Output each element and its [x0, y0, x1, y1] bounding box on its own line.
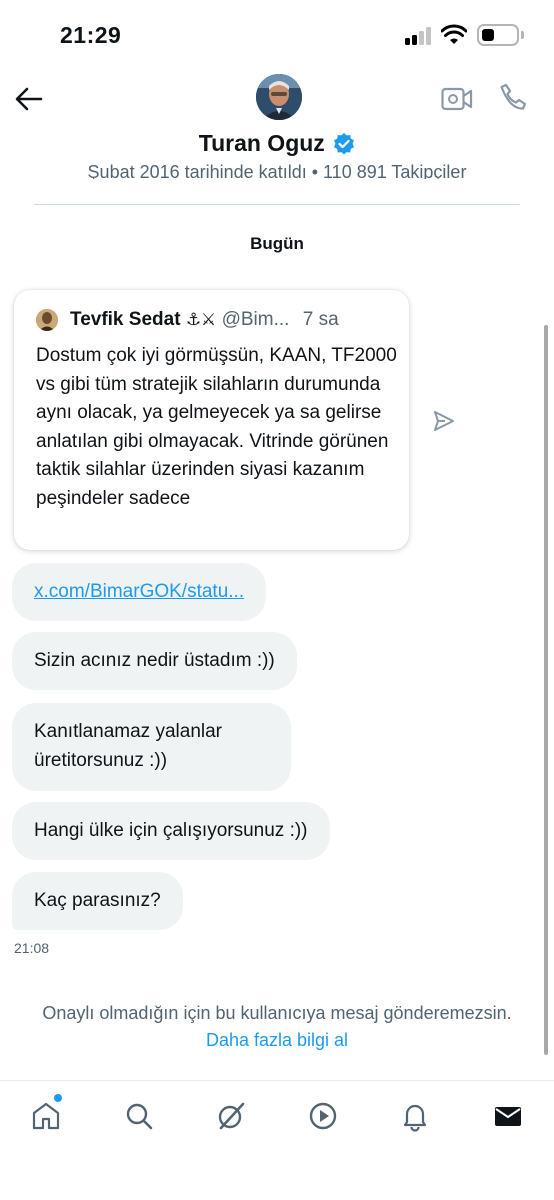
back-arrow-icon[interactable]	[14, 84, 44, 114]
grok-icon[interactable]	[215, 1100, 247, 1132]
learn-more-link[interactable]: Daha fazla bilgi al	[206, 1030, 348, 1050]
search-icon[interactable]	[123, 1100, 155, 1132]
scrollbar[interactable]	[544, 325, 548, 1055]
profile-meta: Şubat 2016 tarihinde katıldı • 110 891 T…	[0, 161, 554, 179]
date-label: Bugün	[250, 234, 304, 253]
quoted-tweet-handle: @Bim...	[221, 309, 290, 330]
message-bubble[interactable]: Kanıtlanamaz yalanlar üretitorsunuz :))	[12, 703, 291, 791]
contact-avatar[interactable]	[256, 74, 302, 120]
message-link-bubble[interactable]: x.com/BimarGOK/statu...	[12, 563, 267, 621]
share-quote-icon[interactable]	[432, 409, 456, 433]
phone-icon[interactable]	[498, 82, 528, 112]
home-icon[interactable]	[30, 1100, 62, 1132]
profile-meta-text: Şubat 2016 tarihinde katıldı • 110 891 T…	[87, 162, 467, 179]
quoted-tweet-card[interactable]: Tevfik Sedat ⚓⚔ @Bim... 7 sa Dostum çok …	[14, 290, 409, 550]
message-timestamp: 21:08	[14, 940, 50, 956]
notice-text: Onaylı olmadığın için bu kullanıcıya mes…	[42, 1003, 512, 1023]
quoted-tweet-age: 7 sa	[302, 309, 339, 330]
contact-name-row[interactable]: Turan Oguz	[0, 130, 554, 157]
status-bar: 21:29	[0, 0, 554, 70]
message-text: Kanıtlanamaz yalanlar üretitorsunuz :))	[34, 721, 222, 771]
quoted-tweet-emoji: ⚓⚔	[185, 310, 217, 330]
verified-badge-icon	[334, 132, 355, 154]
messages-icon[interactable]	[492, 1100, 524, 1132]
wifi-icon	[441, 24, 467, 44]
contact-name: Turan Oguz	[198, 130, 325, 156]
cellular-signal-icon	[405, 27, 433, 45]
quoted-tweet-text: Dostum çok iyi görmüşsün, KAAN, TF2000 v…	[36, 345, 397, 509]
quoted-tweet-author: Tevfik Sedat	[70, 309, 181, 330]
message-bubble[interactable]: Kaç parasınız?	[12, 872, 183, 930]
bottom-nav-divider	[0, 1080, 554, 1081]
video-icon[interactable]	[307, 1100, 339, 1132]
quoted-tweet-header: Tevfik Sedat ⚓⚔ @Bim... 7 sa	[70, 309, 339, 331]
video-call-icon[interactable]	[441, 86, 473, 112]
battery-icon	[477, 24, 519, 46]
notifications-icon[interactable]	[399, 1100, 431, 1132]
status-time: 21:29	[60, 22, 122, 48]
message-bubble[interactable]: Hangi ülke için çalışıyorsunuz :))	[12, 802, 330, 860]
battery-tip	[521, 31, 524, 39]
cannot-message-notice: Onaylı olmadığın için bu kullanıcıya mes…	[20, 1000, 534, 1054]
header-divider	[34, 204, 520, 205]
message-bubble[interactable]: Sizin acınız nedir üstadım :))	[12, 632, 297, 690]
quoted-tweet-avatar	[36, 309, 58, 331]
home-notification-dot	[54, 1094, 62, 1102]
